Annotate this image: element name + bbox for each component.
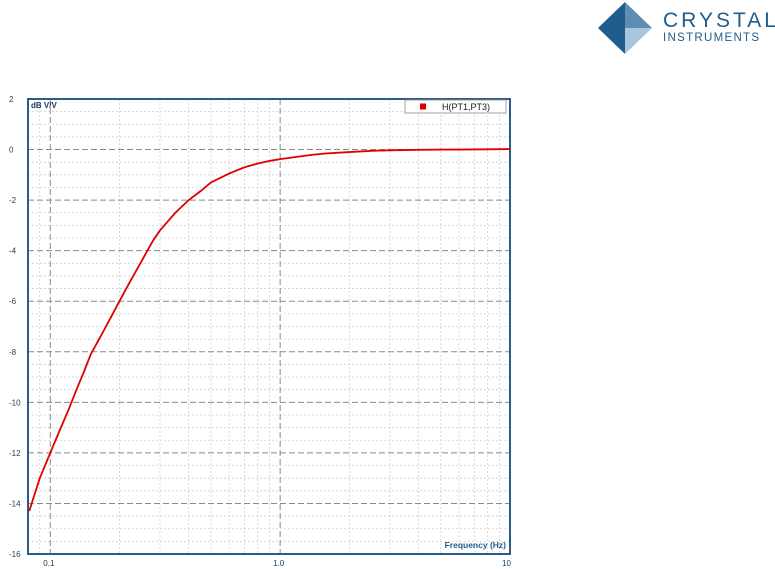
- x-tick-label: 1.0: [273, 559, 285, 568]
- diamond-logo-icon: [598, 2, 652, 54]
- x-axis-label: Frequency (Hz): [445, 540, 507, 550]
- y-tick-label: -2: [9, 196, 17, 205]
- y-tick-label: -6: [9, 297, 17, 306]
- y-axis-unit-label: dB V/V: [31, 101, 57, 110]
- legend: H(PT1,PT3): [404, 99, 507, 114]
- x-tick-labels: 0.1 1.0 10: [43, 559, 511, 568]
- y-tick-label: -12: [9, 449, 21, 458]
- x-tick-label: 0.1: [43, 559, 55, 568]
- y-tick-label: -14: [9, 499, 21, 508]
- legend-label: H(PT1,PT3): [442, 102, 490, 112]
- chart-svg: 2 0 -2 -4 -6 -8 -10 -12 -14 -16 0.1 1.0 10 dB V/V F…: [9, 95, 511, 568]
- y-tick-label: -16: [9, 550, 21, 559]
- x-tick-label: 10: [502, 559, 511, 568]
- logo-subtitle: INSTRUMENTS: [663, 32, 761, 44]
- frequency-response-chart: 2 0 -2 -4 -6 -8 -10 -12 -14 -16 0.1 1.0 10 dB V/V F…: [0, 88, 520, 569]
- legend-swatch: [420, 103, 426, 110]
- y-tick-label: 0: [9, 146, 14, 155]
- logo-name: CRYSTAL: [663, 9, 775, 32]
- minor-grid: [28, 99, 510, 554]
- y-tick-label: 2: [9, 95, 14, 104]
- crystal-instruments-logo: CRYSTAL INSTRUMENTS: [598, 2, 775, 54]
- y-tick-label: -4: [9, 247, 17, 256]
- y-tick-label: -8: [9, 348, 17, 357]
- y-tick-labels: 2 0 -2 -4 -6 -8 -10 -12 -14 -16: [9, 95, 21, 559]
- y-tick-label: -10: [9, 398, 21, 407]
